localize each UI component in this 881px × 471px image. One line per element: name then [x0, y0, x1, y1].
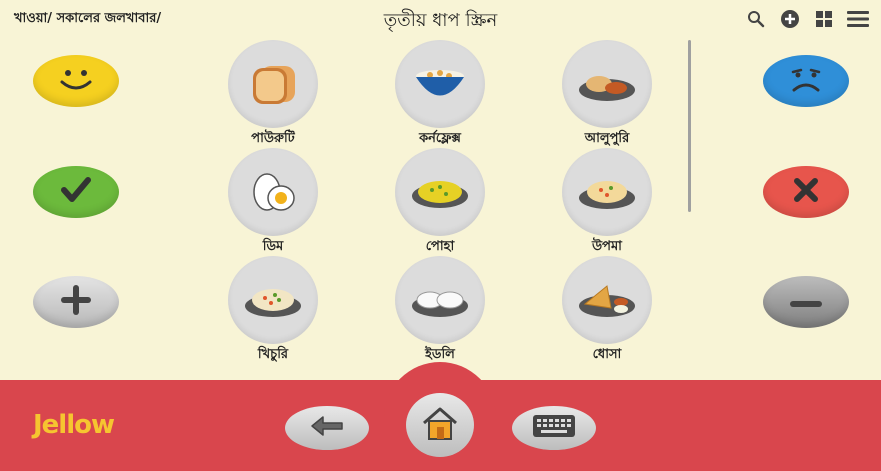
egg-icon [228, 148, 318, 236]
dislike-button[interactable] [763, 55, 849, 107]
khichdi-icon [228, 256, 318, 344]
item-label: ইডলি [425, 347, 455, 362]
item-label: পাউরুটি [251, 131, 295, 146]
plus-icon [61, 285, 91, 319]
check-icon [61, 177, 91, 207]
back-button[interactable] [285, 406, 369, 450]
back-arrow-icon [309, 415, 345, 441]
item-label: আলুপুরি [584, 131, 630, 146]
dosa-icon [562, 256, 652, 344]
menu-icon[interactable] [847, 8, 869, 30]
poha-icon [395, 148, 485, 236]
smiley-happy-icon [51, 62, 101, 100]
yes-button[interactable] [33, 166, 119, 218]
cross-icon [793, 177, 819, 207]
keyboard-button[interactable] [512, 406, 596, 450]
no-button[interactable] [763, 166, 849, 218]
upma-icon [562, 148, 652, 236]
idli-icon [395, 256, 485, 344]
item-label: পোহা [425, 239, 455, 254]
grid-item-bread[interactable]: পাউরুটি [218, 40, 328, 146]
more-button[interactable] [33, 276, 119, 328]
item-label: খিচুরি [257, 347, 289, 362]
add-circle-icon[interactable] [779, 8, 801, 30]
grid-item-aloo-puri[interactable]: আলুপুরি [552, 40, 662, 146]
jellow-logo: Jellow [33, 410, 115, 440]
logo-text: Jellow [33, 410, 115, 440]
item-label: উপমা [592, 239, 622, 254]
cornflakes-bowl-icon [395, 40, 485, 128]
grid-item-upma[interactable]: উপমা [552, 148, 662, 254]
top-bar: খাওয়া/ সকালের জলখাবার/ তৃতীয় ধাপ স্ক্র… [0, 0, 881, 38]
scrollbar[interactable] [688, 40, 691, 212]
item-label: ডিম [262, 239, 284, 254]
smiley-sad-icon [781, 62, 831, 100]
grid-item-poha[interactable]: পোহা [385, 148, 495, 254]
item-label: কর্নফ্লেক্স [419, 131, 461, 146]
grid-item-cornflakes[interactable]: কর্নফ্লেক্স [385, 40, 495, 146]
like-button[interactable] [33, 55, 119, 107]
less-button[interactable] [763, 276, 849, 328]
keyboard-icon [532, 414, 576, 442]
item-label: ধোসা [592, 347, 622, 362]
grid-item-idli[interactable]: ইডলি [385, 256, 495, 362]
minus-icon [790, 293, 822, 312]
search-icon[interactable] [745, 8, 767, 30]
grid-item-khichdi[interactable]: খিচুরি [218, 256, 328, 362]
bread-icon [228, 40, 318, 128]
aloo-puri-icon [562, 40, 652, 128]
home-button[interactable] [406, 393, 474, 457]
grid-item-egg[interactable]: ডিম [218, 148, 328, 254]
grid-item-dosa[interactable]: ধোসা [552, 256, 662, 362]
home-icon [420, 405, 460, 445]
grid-view-icon[interactable] [813, 8, 835, 30]
